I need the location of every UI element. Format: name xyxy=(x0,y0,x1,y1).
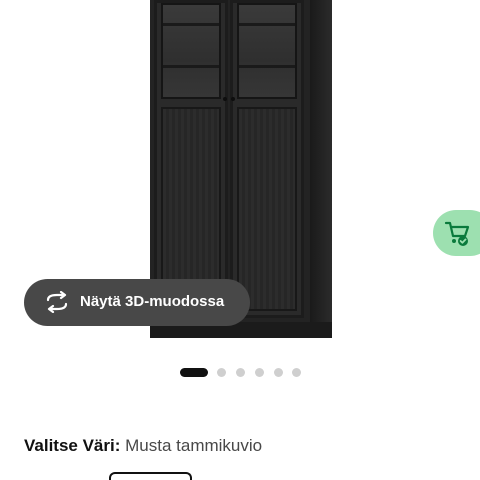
cabinet-door-right xyxy=(230,0,304,318)
carousel-dot-5[interactable] xyxy=(274,368,283,377)
cart-check-icon xyxy=(444,221,470,246)
carousel-dot-4[interactable] xyxy=(255,368,264,377)
carousel-dot-3[interactable] xyxy=(236,368,245,377)
color-value: Musta tammikuvio xyxy=(125,436,263,455)
carousel-dot-6[interactable] xyxy=(292,368,301,377)
carousel-dot-2[interactable] xyxy=(217,368,226,377)
door-knob-left xyxy=(223,97,227,101)
rotate-3d-icon xyxy=(46,291,68,313)
door-knob-right xyxy=(231,97,235,101)
cabinet-door-left xyxy=(154,0,228,318)
glass-panel-left xyxy=(161,3,221,99)
color-label: Valitse Väri: xyxy=(24,436,121,455)
product-page: Näytä 3D-muodossa Valitse Väri: Musta ta… xyxy=(0,0,480,480)
carousel-dot-1[interactable] xyxy=(180,368,208,377)
glass-panel-right xyxy=(237,3,297,99)
color-selection-row: Valitse Väri: Musta tammikuvio xyxy=(24,436,262,456)
cabinet-side xyxy=(310,0,332,338)
color-swatch-selected[interactable] xyxy=(109,472,192,480)
view-in-3d-label: Näytä 3D-muodossa xyxy=(80,293,225,310)
view-in-3d-button[interactable]: Näytä 3D-muodossa xyxy=(24,279,250,326)
wood-panel-right xyxy=(237,107,297,311)
cart-button[interactable] xyxy=(433,210,480,256)
